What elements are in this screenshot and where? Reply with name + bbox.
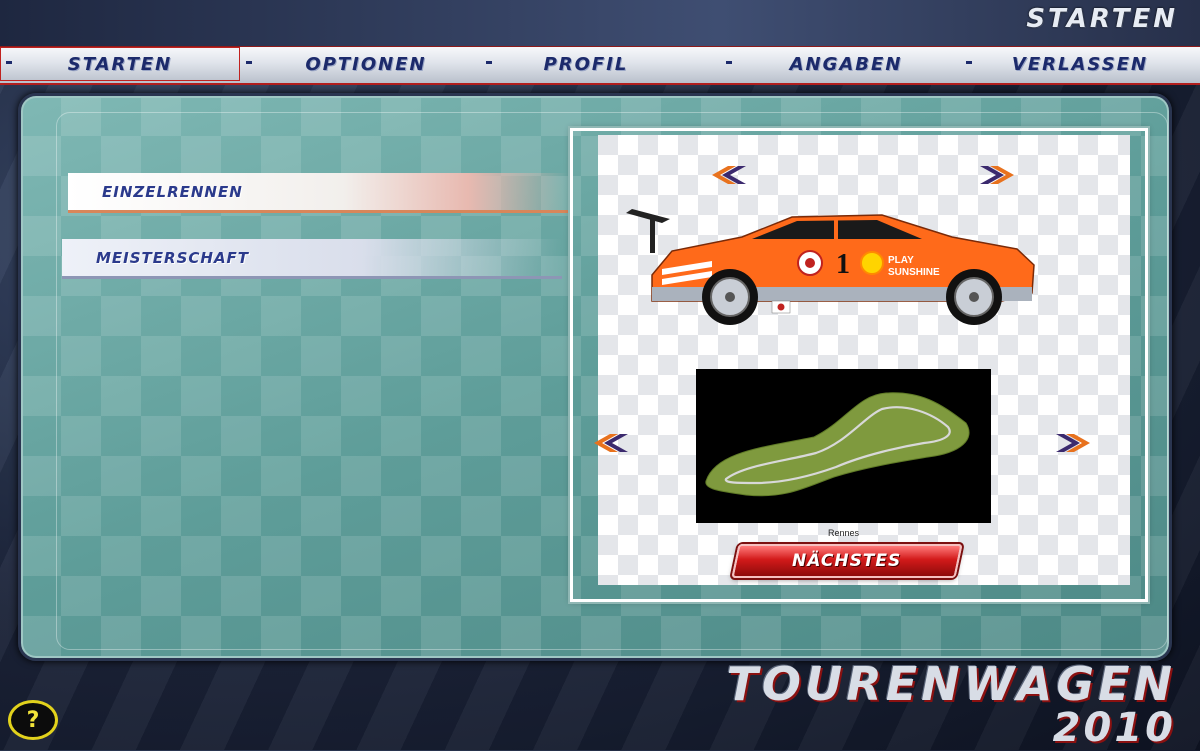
nav-item-verlassen[interactable]: VERLASSEN bbox=[960, 47, 1200, 81]
championship-button[interactable]: MEISTERSCHAFT bbox=[62, 239, 562, 279]
main-nav: STARTEN OPTIONEN PROFIL ANGABEN VERLASSE… bbox=[0, 46, 1200, 85]
car-next-arrow-icon[interactable] bbox=[978, 164, 1014, 186]
logo-year: 2010 bbox=[1052, 705, 1176, 751]
car-image: 1 PLAY SUNSHINE bbox=[626, 209, 1035, 325]
svg-text:1: 1 bbox=[836, 249, 850, 280]
track-name: Rennes bbox=[827, 528, 860, 538]
track-preview bbox=[696, 369, 991, 523]
nav-item-optionen[interactable]: OPTIONEN bbox=[246, 47, 486, 81]
svg-text:PLAY: PLAY bbox=[888, 255, 914, 266]
car-prev-arrow-icon[interactable] bbox=[712, 164, 748, 186]
track-prev-arrow-icon[interactable] bbox=[594, 432, 630, 454]
next-button[interactable]: NÄCHSTES bbox=[731, 544, 963, 578]
nav-item-starten[interactable]: STARTEN bbox=[0, 47, 240, 81]
logo-title: TOURENWAGEN bbox=[726, 657, 1176, 711]
track-next-arrow-icon[interactable] bbox=[1054, 432, 1090, 454]
top-strip bbox=[0, 0, 1200, 46]
svg-text:SUNSHINE: SUNSHINE bbox=[888, 267, 940, 278]
help-icon: ? bbox=[26, 707, 40, 733]
single-race-button[interactable]: EINZELRENNEN bbox=[68, 173, 568, 213]
page-title: STARTEN bbox=[1026, 4, 1178, 34]
track-map-icon bbox=[705, 392, 970, 497]
nav-item-profil[interactable]: PROFIL bbox=[466, 47, 706, 81]
help-button[interactable]: ? bbox=[8, 700, 58, 740]
nav-item-angaben[interactable]: ANGABEN bbox=[726, 47, 966, 81]
game-logo: TOURENWAGEN 2010 bbox=[556, 660, 1176, 750]
next-button-label: NÄCHSTES bbox=[792, 551, 902, 571]
